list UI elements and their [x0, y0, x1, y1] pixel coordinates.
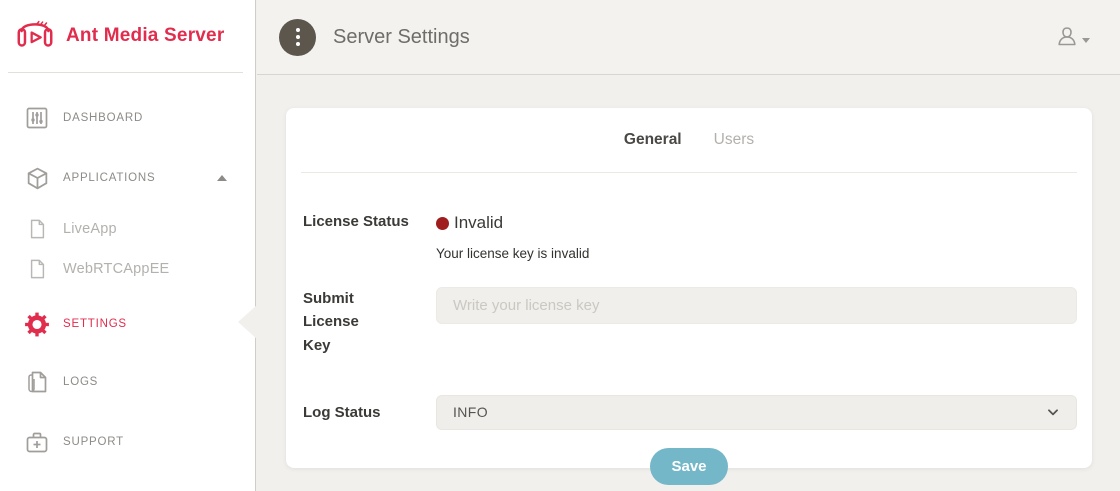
license-key-input[interactable] — [436, 287, 1077, 324]
sidebar-item-webrtcappee[interactable]: WebRTCAppEE — [0, 249, 255, 289]
file-icon — [28, 259, 46, 279]
sidebar-item-label: DASHBOARD — [63, 112, 143, 124]
support-icon — [24, 431, 50, 454]
sidebar-item-label: SETTINGS — [63, 318, 127, 330]
user-menu[interactable] — [1056, 25, 1090, 49]
content-area: General Users License Status Invalid You… — [257, 75, 1120, 491]
sidebar-item-label: WebRTCAppEE — [63, 261, 169, 277]
sidebar-item-label: SUPPORT — [63, 436, 124, 448]
sidebar-divider — [8, 72, 243, 73]
log-status-selected-value: INFO — [453, 404, 488, 420]
logs-icon — [24, 370, 50, 394]
gear-icon — [24, 311, 50, 338]
sidebar-nav: DASHBOARD APPLICATIONS LiveApp — [0, 95, 255, 465]
sidebar-item-label: LOGS — [63, 376, 98, 388]
applications-icon — [24, 166, 50, 191]
file-icon — [28, 219, 46, 239]
save-button[interactable]: Save — [650, 448, 727, 485]
sidebar-item-dashboard[interactable]: DASHBOARD — [0, 95, 255, 141]
sidebar-item-liveapp[interactable]: LiveApp — [0, 209, 255, 249]
user-icon — [1056, 25, 1078, 49]
brand-name: Ant Media Server — [66, 25, 224, 47]
license-status-value: Invalid — [436, 213, 1077, 233]
log-status-label: Log Status — [301, 404, 436, 421]
chevron-down-icon — [1082, 38, 1090, 43]
kebab-menu-icon[interactable] — [279, 19, 316, 56]
status-dot-icon — [436, 217, 449, 230]
ant-media-logo-icon — [14, 14, 56, 59]
page-title: Server Settings — [333, 26, 470, 49]
log-status-row: Log Status INFO — [301, 395, 1077, 430]
active-item-notch — [238, 305, 257, 339]
tab-general[interactable]: General — [624, 131, 682, 149]
license-status-note: Your license key is invalid — [436, 246, 1077, 261]
sidebar-item-applications[interactable]: APPLICATIONS — [0, 155, 255, 201]
chevron-down-icon — [1046, 405, 1060, 419]
top-bar: Server Settings — [257, 0, 1120, 75]
brand[interactable]: Ant Media Server — [0, 0, 255, 72]
sidebar-item-label: APPLICATIONS — [63, 172, 155, 184]
sidebar-item-label: LiveApp — [63, 221, 117, 237]
license-key-label: Submit License Key — [301, 287, 389, 357]
license-status-row: License Status Invalid Your license key … — [301, 213, 1077, 261]
tab-users[interactable]: Users — [714, 131, 754, 149]
dashboard-icon — [24, 106, 50, 130]
tabs-divider — [301, 172, 1077, 173]
sidebar-item-support[interactable]: SUPPORT — [0, 419, 255, 465]
tab-bar: General Users — [301, 108, 1077, 172]
save-row: Save — [301, 448, 1077, 485]
sidebar: Ant Media Server DASHBOARD — [0, 0, 256, 491]
sidebar-item-logs[interactable]: LOGS — [0, 359, 255, 405]
log-status-select[interactable]: INFO — [436, 395, 1077, 430]
sidebar-item-settings[interactable]: SETTINGS — [0, 301, 255, 347]
server-settings-card: General Users License Status Invalid You… — [286, 108, 1092, 468]
license-key-row: Submit License Key — [301, 287, 1077, 357]
caret-up-icon[interactable] — [217, 175, 227, 181]
license-status-label: License Status — [301, 213, 436, 230]
main-area: Server Settings General Users License St… — [257, 0, 1120, 491]
